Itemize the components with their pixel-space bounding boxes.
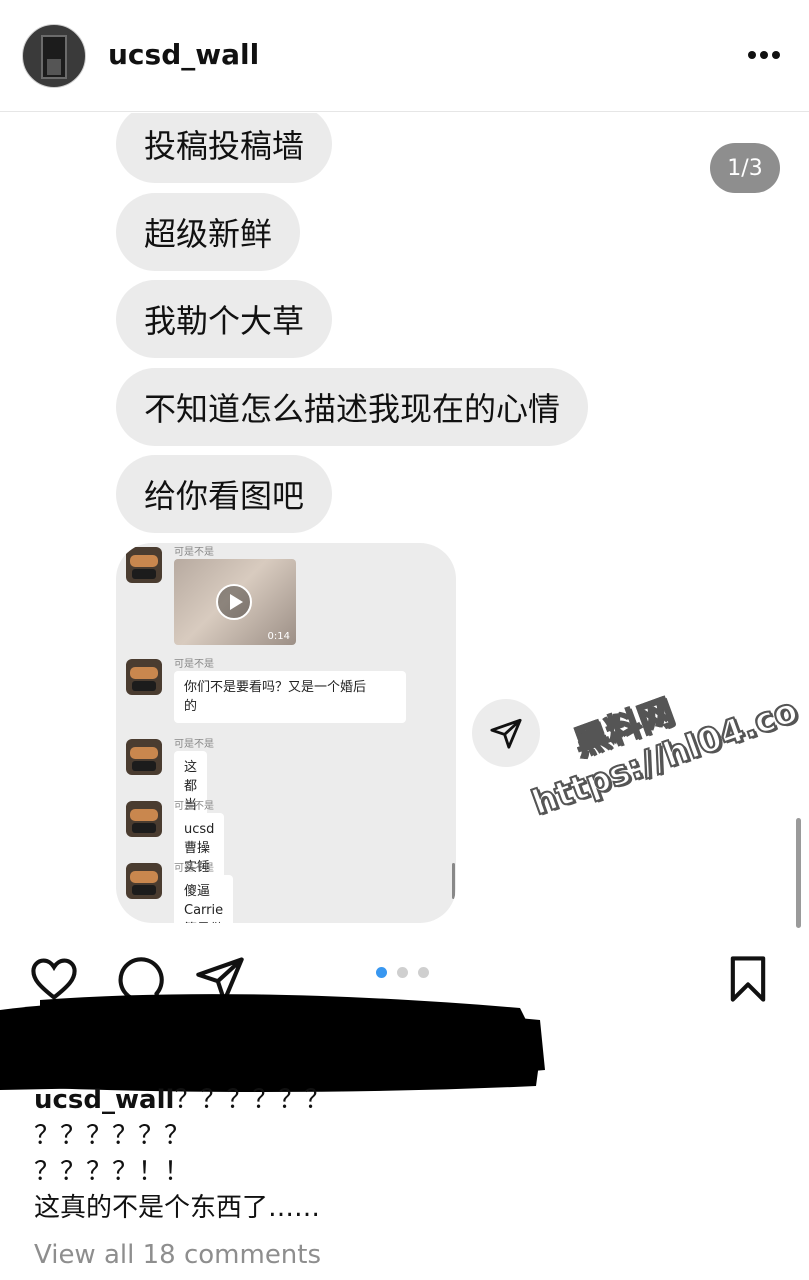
- view-all-comments-link[interactable]: View all 18 comments: [34, 1240, 321, 1270]
- sender-name: 可是不是: [174, 547, 214, 558]
- sender-name: 可是不是: [174, 801, 214, 812]
- sender-avatar: [126, 801, 162, 837]
- post-header: ucsd_wall: [0, 0, 809, 112]
- chat-bubble-4: 不知道怎么描述我现在的心情: [116, 368, 589, 446]
- comment-button[interactable]: [112, 953, 164, 1005]
- chat-bubble-3: 我勒个大草: [116, 280, 333, 358]
- heart-icon: [31, 958, 77, 1001]
- comment-icon: [118, 957, 164, 1003]
- caption-line-4: 这真的不是个东西了……: [34, 1193, 321, 1223]
- action-bar: [0, 945, 809, 1015]
- bookmark-icon: [730, 956, 766, 1002]
- chat-bubble-2: 超级新鲜: [116, 193, 301, 271]
- save-button[interactable]: [722, 953, 774, 1005]
- video-duration: 0:14: [267, 631, 290, 642]
- sender-avatar: [126, 659, 162, 695]
- page-scrollbar[interactable]: [796, 818, 801, 928]
- carousel-dot-active: [376, 967, 387, 978]
- sender-name: 可是不是: [174, 863, 214, 874]
- send-icon: [196, 957, 244, 1003]
- carousel-dot: [397, 967, 408, 978]
- more-options-icon[interactable]: [744, 42, 784, 68]
- profile-avatar[interactable]: [22, 24, 86, 88]
- chat-bubble-5: 给你看图吧: [116, 455, 333, 533]
- sender-name: 可是不是: [174, 659, 214, 670]
- message-text: 傻逼Carrie算是做对了一件事: [174, 875, 234, 923]
- carousel-dot: [418, 967, 429, 978]
- like-button[interactable]: [28, 953, 80, 1005]
- message-text: 你们不是要看吗？又是一个婚后 的: [174, 671, 406, 723]
- carousel-counter: 1/3: [710, 143, 780, 193]
- caption-line-3: ？？？？！！: [34, 1157, 191, 1187]
- post-image[interactable]: 投稿投稿墙 超级新鲜 我勒个大草 不知道怎么描述我现在的心情 给你看图吧 1/3…: [0, 113, 809, 935]
- sender-avatar: [126, 863, 162, 899]
- sender-name: 可是不是: [174, 739, 214, 750]
- carousel-indicator: [376, 967, 436, 979]
- chat-bubble-1: 投稿投稿墙: [116, 113, 333, 183]
- share-overlay-button[interactable]: [472, 699, 540, 767]
- sender-avatar: [126, 739, 162, 775]
- video-thumbnail: 0:14: [174, 559, 296, 645]
- share-button[interactable]: [194, 953, 246, 1005]
- caption-username[interactable]: ucsd_wall: [34, 1085, 174, 1115]
- embedded-chat-screenshot: 可是不是 0:14 可是不是 你们不是要看吗？又是一个婚后 的 可是不是 这都当…: [116, 543, 456, 923]
- caption-line-1: ucsd_wall？？？？？？: [34, 1085, 331, 1115]
- embedded-scrollbar: [452, 863, 455, 899]
- caption-line-2: ？？？？？？: [34, 1121, 191, 1151]
- post-caption: ucsd_wall？？？？？？ ？？？？？？ ？？？？！！ 这真的不是个东西了……: [34, 1082, 794, 1226]
- send-icon: [490, 718, 522, 749]
- header-username[interactable]: ucsd_wall: [108, 38, 259, 71]
- play-icon: [216, 584, 252, 620]
- sender-avatar: [126, 547, 162, 583]
